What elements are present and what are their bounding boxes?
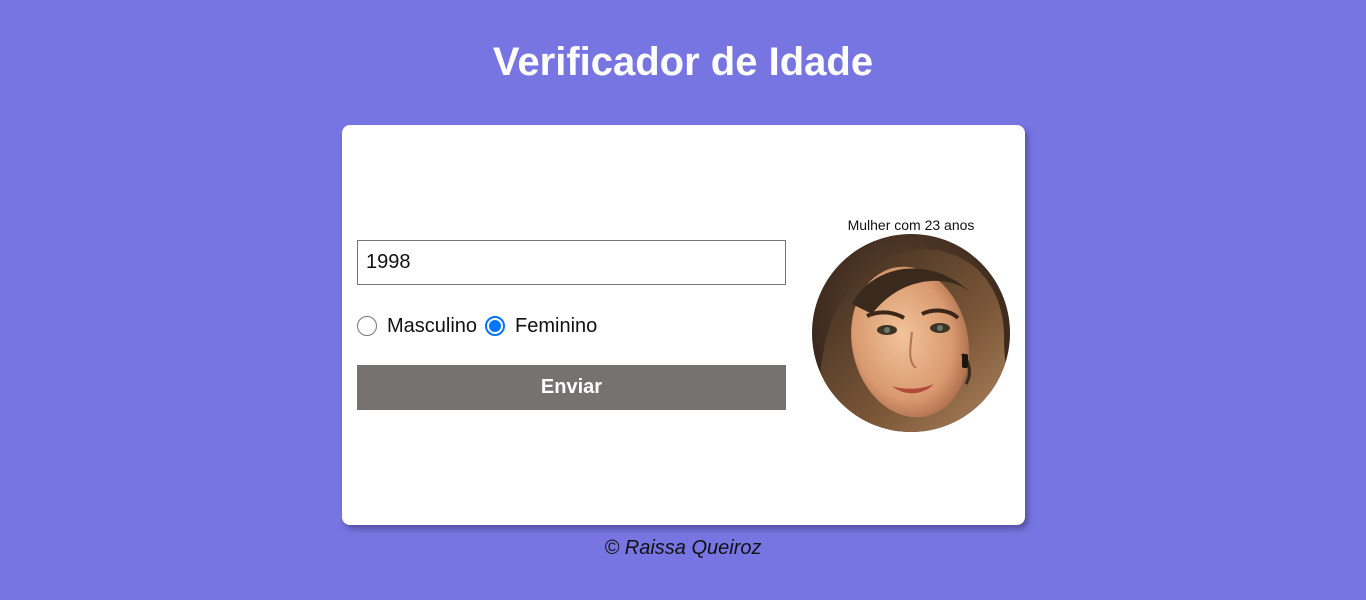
woman-portrait-icon [812,234,1010,432]
radio-label-masculino[interactable]: Masculino [387,315,477,338]
radio-feminino[interactable] [485,316,506,336]
radio-masculino[interactable] [357,316,377,336]
birth-year-input[interactable] [357,240,786,285]
radio-label-feminino[interactable]: Feminino [515,315,597,338]
submit-button[interactable]: Enviar [357,365,786,410]
footer-credit: © Raissa Queiroz [604,537,762,559]
result-photo [812,234,1010,432]
page-title: Verificador de Idade [492,40,874,84]
sex-radio-group: Masculino Feminino [357,314,605,338]
result-text: Mulher com 23 anos [847,217,975,233]
age-form-card: Masculino Feminino Enviar Mulher com 23 … [342,125,1025,525]
